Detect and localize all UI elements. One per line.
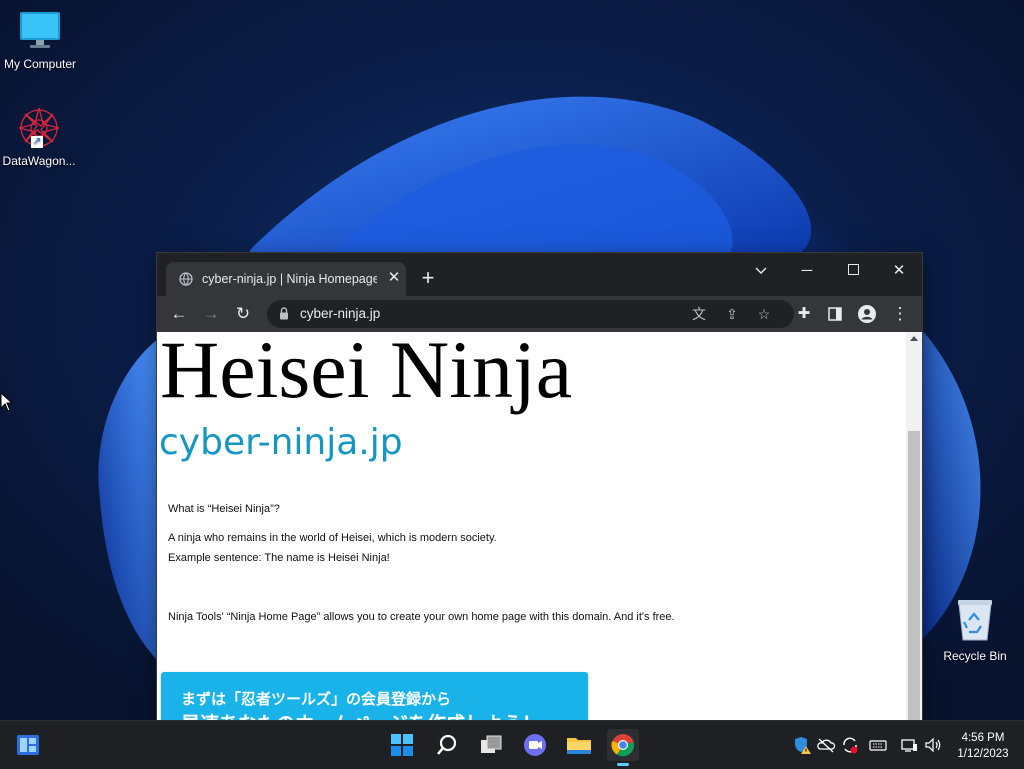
lock-icon xyxy=(279,307,289,325)
shortcut-arrow-icon: ↗ xyxy=(31,136,43,148)
page-heading: Heisei Ninja xyxy=(160,332,573,415)
forward-arrow-icon[interactable]: → xyxy=(199,302,223,326)
bookmark-star-icon[interactable]: ☆ xyxy=(754,304,774,324)
share-icon[interactable]: ⇪ xyxy=(722,304,742,324)
url-text: cyber-ninja.jp xyxy=(300,306,381,321)
translate-icon[interactable]: 文 xyxy=(689,304,709,324)
page-content: Heisei Ninja cyber-ninja.jp What is “Hei… xyxy=(157,332,906,720)
browser-window: cyber-ninja.jp | Ninja Homepage ✕ + ─ ✕ … xyxy=(157,253,922,720)
extensions-puzzle-icon[interactable]: ✚ xyxy=(792,302,816,326)
keyboard-icon[interactable] xyxy=(868,735,888,755)
monitor-icon xyxy=(0,10,80,53)
onedrive-offline-icon[interactable] xyxy=(816,735,836,755)
globe-icon xyxy=(179,272,193,286)
desktop-icon-datawagon[interactable]: ↗ DataWagon... xyxy=(0,106,79,168)
close-window-button[interactable]: ✕ xyxy=(876,257,922,285)
back-arrow-icon[interactable]: ← xyxy=(167,302,191,326)
tab-search-chevron-icon[interactable] xyxy=(738,257,784,285)
side-panel-icon[interactable] xyxy=(823,302,847,326)
system-clock[interactable]: 4:56 PM 1/12/2023 xyxy=(950,730,1016,762)
tab-title: cyber-ninja.jp | Ninja Homepage xyxy=(202,272,377,286)
example-text: Example sentence: The name is Heisei Nin… xyxy=(168,552,390,564)
browser-tab[interactable]: cyber-ninja.jp | Ninja Homepage ✕ xyxy=(166,262,406,296)
start-windows-icon[interactable] xyxy=(386,729,418,761)
clock-date: 1/12/2023 xyxy=(957,748,1009,760)
network-icon[interactable] xyxy=(899,735,919,755)
address-bar[interactable]: cyber-ninja.jp 文 ⇪ ☆ xyxy=(267,300,794,328)
browser-toolbar: ← → ↻ cyber-ninja.jp 文 ⇪ ☆ ✚ ⋮ xyxy=(157,296,922,332)
active-app-indicator xyxy=(617,763,629,766)
maximize-button[interactable] xyxy=(830,257,876,285)
question-text: What is “Heisei Ninja”? xyxy=(168,503,280,515)
tab-strip: cyber-ninja.jp | Ninja Homepage ✕ + ─ ✕ xyxy=(157,253,922,296)
search-icon[interactable] xyxy=(431,729,463,761)
scrollbar-thumb[interactable] xyxy=(908,431,920,720)
banner-line1: まずは「忍者ツールズ」の会員登録から xyxy=(181,691,452,708)
scroll-up-arrow-icon[interactable] xyxy=(910,336,918,341)
sync-error-icon[interactable] xyxy=(840,735,860,755)
desktop-icon-my-computer[interactable]: My Computer xyxy=(0,10,80,71)
taskbar: 4:56 PM 1/12/2023 xyxy=(0,720,1024,769)
security-shield-warning-icon[interactable] xyxy=(792,735,812,755)
clock-time: 4:56 PM xyxy=(961,732,1005,744)
datawagon-logo-icon: ↗ xyxy=(17,106,61,150)
ninja-tools-text: Ninja Tools' “Ninja Home Page” allows yo… xyxy=(168,611,675,623)
widgets-icon[interactable] xyxy=(12,729,44,761)
page-scrollbar[interactable] xyxy=(906,332,922,720)
desktop-icon-recycle-bin[interactable]: Recycle Bin xyxy=(935,598,1015,663)
minimize-button[interactable]: ─ xyxy=(784,257,830,285)
mouse-cursor-icon xyxy=(0,391,14,417)
desktop-icon-label: My Computer xyxy=(3,57,77,71)
profile-avatar-icon[interactable] xyxy=(855,302,879,326)
chat-icon[interactable] xyxy=(519,729,551,761)
kebab-menu-icon[interactable]: ⋮ xyxy=(888,302,912,326)
chrome-icon[interactable] xyxy=(607,729,639,766)
task-view-icon[interactable] xyxy=(475,729,507,761)
volume-icon[interactable] xyxy=(923,735,943,755)
new-tab-button[interactable]: + xyxy=(416,267,440,291)
answer-text: A ninja who remains in the world of Heis… xyxy=(168,532,497,544)
desktop-icon-label: Recycle Bin xyxy=(943,649,1007,663)
reload-icon[interactable]: ↻ xyxy=(231,302,255,326)
banner-line2: 早速あなたのホームページを作成しよう！ xyxy=(181,709,541,720)
file-explorer-icon[interactable] xyxy=(563,729,595,761)
domain-title: cyber-ninja.jp xyxy=(159,422,403,463)
signup-banner[interactable]: まずは「忍者ツールズ」の会員登録から 早速あなたのホームページを作成しよう！ xyxy=(161,672,588,720)
desktop-icon-label: DataWagon... xyxy=(2,154,76,168)
close-tab-icon[interactable]: ✕ xyxy=(384,268,404,288)
recycle-bin-icon xyxy=(935,598,1015,645)
